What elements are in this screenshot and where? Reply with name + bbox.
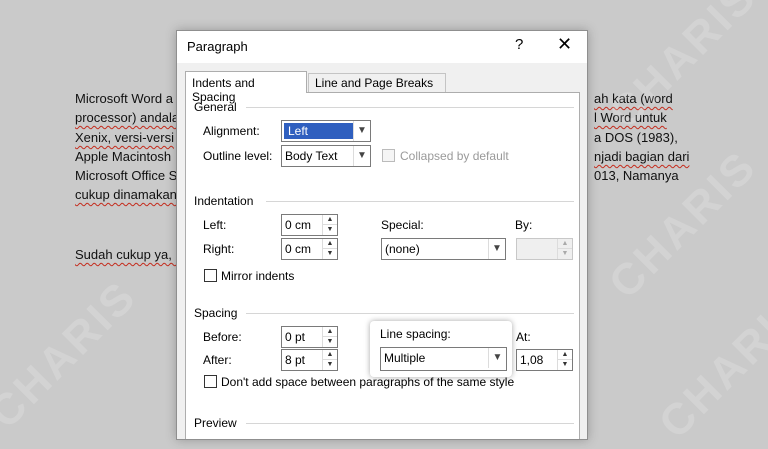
- paragraph-dialog: Paragraph ? ✕ Indents and Spacing Line a…: [176, 30, 588, 440]
- divider: [266, 201, 574, 202]
- dialog-titlebar[interactable]: Paragraph ? ✕: [177, 31, 587, 63]
- right-indent-label: Right:: [203, 242, 235, 256]
- dont-add-space-label: Don't add space between paragraphs of th…: [221, 375, 515, 389]
- tab-panel: General Alignment: Left ▼ Outline level:…: [185, 92, 580, 439]
- outline-level-label: Outline level:: [203, 149, 273, 163]
- after-value: 8 pt: [285, 353, 306, 367]
- outline-level-dropdown[interactable]: Body Text ▼: [281, 145, 371, 167]
- at-value: 1,08: [520, 353, 544, 367]
- at-spinner[interactable]: 1,08 ▲ ▼: [516, 349, 573, 371]
- spin-up-icon[interactable]: ▲: [322, 215, 337, 225]
- document-line: cukup dinamakan: [75, 187, 177, 202]
- document-line: Sudah cukup ya, (: [75, 247, 180, 262]
- document-line: l Word untuk: [594, 110, 667, 125]
- line-spacing-dropdown[interactable]: Multiple ▼: [380, 347, 507, 371]
- tab-line-and-page-breaks[interactable]: Line and Page Breaks: [308, 73, 446, 93]
- special-value: (none): [385, 242, 420, 256]
- left-indent-label: Left:: [203, 218, 227, 232]
- indentation-heading: Indentation: [194, 194, 254, 208]
- alignment-dropdown[interactable]: Left ▼: [281, 120, 371, 142]
- dialog-title: Paragraph: [187, 39, 248, 54]
- special-dropdown[interactable]: (none) ▼: [381, 238, 506, 260]
- line-spacing-highlight: Line spacing: Multiple ▼: [370, 321, 512, 377]
- by-label: By:: [515, 218, 533, 232]
- divider: [246, 107, 574, 108]
- divider: [246, 313, 574, 314]
- at-label: At:: [516, 330, 531, 344]
- before-spinner[interactable]: 0 pt ▲ ▼: [281, 326, 338, 348]
- spin-down-icon[interactable]: ▼: [322, 337, 337, 347]
- line-spacing-value: Multiple: [384, 351, 426, 365]
- spin-down-icon[interactable]: ▼: [322, 249, 337, 259]
- alignment-label: Alignment:: [203, 124, 260, 138]
- alignment-value: Left: [284, 123, 354, 139]
- chevron-down-icon[interactable]: ▼: [488, 239, 505, 259]
- watermark: CHARIS: [649, 281, 768, 448]
- document-line: njadi bagian dari: [594, 149, 690, 164]
- document-line: a DOS (1983),: [594, 130, 678, 145]
- before-label: Before:: [203, 330, 242, 344]
- after-spinner[interactable]: 8 pt ▲ ▼: [281, 349, 338, 371]
- right-indent-spinner[interactable]: 0 cm ▲ ▼: [281, 238, 338, 260]
- spin-down-icon[interactable]: ▼: [557, 360, 572, 370]
- document-line: Microsoft Word a: [75, 91, 174, 106]
- before-value: 0 pt: [285, 330, 306, 344]
- document-line: processor) andala: [75, 110, 180, 125]
- preview-heading: Preview: [194, 416, 237, 430]
- document-line: 013, Namanya: [594, 168, 679, 183]
- chevron-down-icon[interactable]: ▼: [353, 121, 370, 141]
- line-spacing-label: Line spacing:: [380, 327, 451, 341]
- outline-level-value: Body Text: [285, 149, 338, 163]
- spacing-heading: Spacing: [194, 306, 238, 320]
- collapsed-by-default-label: Collapsed by default: [400, 149, 509, 163]
- special-label: Special:: [381, 218, 424, 232]
- left-indent-value: 0 cm: [285, 218, 312, 232]
- after-label: After:: [203, 353, 232, 367]
- document-line: Apple Macintosh: [75, 149, 172, 164]
- dont-add-space-checkbox[interactable]: [204, 375, 217, 388]
- document-line: Xenix, versi-versi: [75, 130, 174, 145]
- mirror-indents-checkbox[interactable]: [204, 269, 217, 282]
- collapsed-by-default-checkbox[interactable]: [382, 149, 395, 162]
- spin-up-icon[interactable]: ▲: [322, 350, 337, 360]
- left-indent-spinner[interactable]: 0 cm ▲ ▼: [281, 214, 338, 236]
- spin-down-icon[interactable]: ▼: [322, 360, 337, 370]
- spin-down-icon[interactable]: ▼: [322, 225, 337, 235]
- right-indent-value: 0 cm: [285, 242, 312, 256]
- spin-up-icon[interactable]: ▲: [557, 239, 572, 249]
- spin-down-icon[interactable]: ▼: [557, 249, 572, 259]
- help-button[interactable]: ?: [515, 36, 523, 53]
- mirror-indents-label: Mirror indents: [221, 269, 295, 283]
- document-line: ah kata (word: [594, 91, 673, 106]
- chevron-down-icon[interactable]: ▼: [353, 146, 370, 166]
- watermark: CHARIS: [0, 271, 147, 438]
- document-line: Microsoft Office S: [75, 168, 178, 183]
- divider: [246, 423, 574, 424]
- spin-up-icon[interactable]: ▲: [557, 350, 572, 360]
- close-icon[interactable]: ✕: [557, 34, 572, 55]
- spin-up-icon[interactable]: ▲: [322, 327, 337, 337]
- spin-up-icon[interactable]: ▲: [322, 239, 337, 249]
- by-spinner[interactable]: ▲ ▼: [516, 238, 573, 260]
- chevron-down-icon[interactable]: ▼: [488, 348, 506, 368]
- tab-indents-and-spacing[interactable]: Indents and Spacing: [185, 71, 307, 104]
